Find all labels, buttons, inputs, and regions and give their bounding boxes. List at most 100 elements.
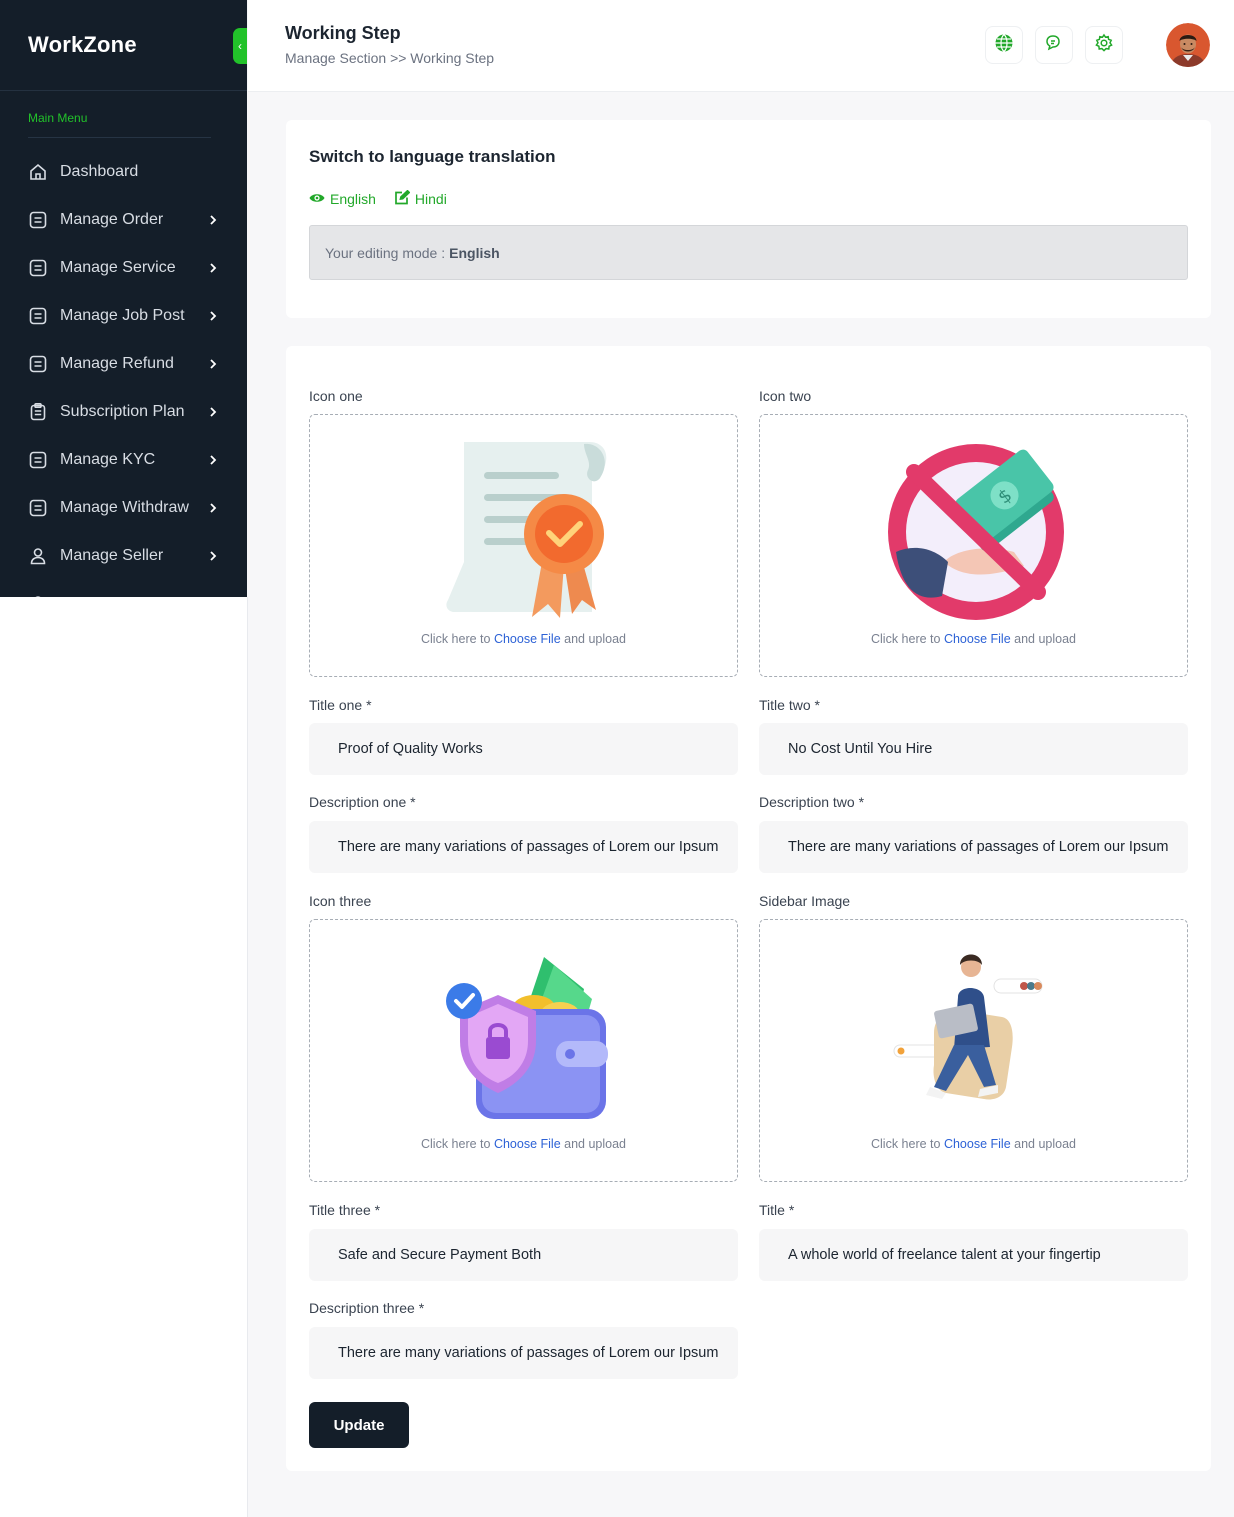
gear-icon bbox=[1094, 33, 1114, 58]
list-icon bbox=[28, 210, 48, 230]
certificate-image bbox=[310, 429, 737, 625]
list-icon bbox=[28, 450, 48, 470]
sidebar-item-manage-seller[interactable]: Manage Seller bbox=[0, 532, 247, 580]
chevron-left-icon: ‹ bbox=[238, 39, 242, 53]
language-tabs: English Hindi bbox=[309, 189, 447, 208]
upload-hint: Click here to Choose File and upload bbox=[310, 632, 737, 646]
brand-logo[interactable]: WorkZone bbox=[0, 0, 247, 91]
tab-hindi[interactable]: Hindi bbox=[394, 189, 447, 208]
choose-file-link[interactable]: Choose File bbox=[944, 632, 1011, 646]
clipboard-icon bbox=[28, 402, 48, 422]
choose-file-link[interactable]: Choose File bbox=[944, 1137, 1011, 1151]
upload-hint: Click here to Choose File and upload bbox=[760, 632, 1187, 646]
chevron-right-icon bbox=[207, 262, 217, 274]
list-icon bbox=[28, 498, 48, 518]
title-input[interactable]: A whole world of freelance talent at you… bbox=[759, 1229, 1188, 1281]
editing-mode-bar: Your editing mode : English bbox=[309, 225, 1188, 280]
page-title: Working Step bbox=[285, 23, 401, 43]
icon-three-upload[interactable]: Click here to Choose File and upload bbox=[309, 919, 738, 1182]
tab-label: English bbox=[330, 191, 376, 207]
top-header: Working Step Manage Section >> Working S… bbox=[248, 0, 1234, 92]
sidebar-item-label: Subscription Plan bbox=[60, 403, 185, 420]
icon-one-upload[interactable]: Click here to Choose File and upload bbox=[309, 414, 738, 677]
sidebar-item-dashboard[interactable]: Dashboard bbox=[0, 148, 247, 196]
sidebar-item-manage-job-post[interactable]: Manage Job Post bbox=[0, 292, 247, 340]
no-cost-image: $ bbox=[760, 429, 1187, 625]
icon-two-upload[interactable]: $ Click here to Choose File and upload bbox=[759, 414, 1188, 677]
sidebar-image-label: Sidebar Image bbox=[759, 893, 851, 909]
upload-prefix: Click here to bbox=[870, 632, 941, 646]
icon-two-label: Icon two bbox=[759, 388, 812, 404]
editing-mode-value: English bbox=[449, 244, 500, 261]
update-button[interactable]: Update bbox=[309, 1402, 409, 1448]
sidebar-item-label: Manage Withdraw bbox=[60, 499, 189, 516]
sidebar-collapse-button[interactable]: ‹ bbox=[233, 28, 247, 64]
upload-hint: Click here to Choose File and upload bbox=[310, 1137, 737, 1151]
sidebar-item-partial[interactable] bbox=[0, 580, 247, 597]
list-icon bbox=[28, 258, 48, 278]
upload-suffix: and upload bbox=[564, 1137, 627, 1151]
chat-icon bbox=[1044, 33, 1064, 58]
description-two-label: Description two * bbox=[759, 794, 865, 810]
description-three-label: Description three * bbox=[309, 1300, 425, 1316]
sidebar-item-label: Manage Seller bbox=[60, 547, 164, 564]
user-icon bbox=[28, 594, 48, 597]
chevron-right-icon bbox=[207, 550, 217, 562]
sidebar-item-manage-service[interactable]: Manage Service bbox=[0, 244, 247, 292]
sidebar-item-label: Dashboard bbox=[60, 163, 139, 180]
chevron-right-icon bbox=[207, 214, 217, 226]
sidebar-item-manage-refund[interactable]: Manage Refund bbox=[0, 340, 247, 388]
choose-file-link[interactable]: Choose File bbox=[494, 1137, 561, 1151]
title-three-label: Title three * bbox=[309, 1202, 381, 1218]
secure-wallet-image bbox=[310, 934, 737, 1130]
description-two-input[interactable]: There are many variations of passages of… bbox=[759, 821, 1188, 873]
title-one-input[interactable]: Proof of Quality Works bbox=[309, 723, 738, 775]
avatar[interactable] bbox=[1166, 23, 1210, 67]
upload-suffix: and upload bbox=[1014, 632, 1077, 646]
sidebar-item-manage-order[interactable]: Manage Order bbox=[0, 196, 247, 244]
home-icon bbox=[28, 162, 48, 182]
title-three-input[interactable]: Safe and Secure Payment Both bbox=[309, 1229, 738, 1281]
chevron-right-icon bbox=[207, 310, 217, 322]
description-one-input[interactable]: There are many variations of passages of… bbox=[309, 821, 738, 873]
upload-suffix: and upload bbox=[1014, 1137, 1077, 1151]
title-two-input[interactable]: No Cost Until You Hire bbox=[759, 723, 1188, 775]
upload-suffix: and upload bbox=[564, 632, 627, 646]
upload-prefix: Click here to bbox=[870, 1137, 941, 1151]
chevron-right-icon bbox=[207, 454, 217, 466]
language-card-title: Switch to language translation bbox=[309, 147, 556, 166]
upload-prefix: Click here to bbox=[420, 632, 491, 646]
brand-name: WorkZone bbox=[28, 32, 137, 57]
description-three-input[interactable]: There are many variations of passages of… bbox=[309, 1327, 738, 1379]
settings-button[interactable] bbox=[1085, 26, 1123, 64]
sidebar-item-manage-kyc[interactable]: Manage KYC bbox=[0, 436, 247, 484]
language-button[interactable] bbox=[985, 26, 1023, 64]
icon-one-label: Icon one bbox=[309, 388, 363, 404]
sidebar-item-label: Manage Job Post bbox=[60, 307, 185, 324]
globe-icon bbox=[994, 33, 1014, 58]
list-icon bbox=[28, 354, 48, 374]
sidebar-item-subscription-plan[interactable]: Subscription Plan bbox=[0, 388, 247, 436]
working-step-form: Icon one Click here to Choose File and u… bbox=[286, 346, 1211, 1471]
title-one-label: Title one * bbox=[309, 697, 372, 713]
tab-english[interactable]: English bbox=[309, 190, 376, 208]
sidebar-item-label: Manage Refund bbox=[60, 355, 174, 372]
edit-icon bbox=[394, 189, 411, 208]
sidebar-item-label: Manage Order bbox=[60, 211, 164, 228]
messages-button[interactable] bbox=[1035, 26, 1073, 64]
sidebar-menu: Dashboard Manage Order Manage Service Ma… bbox=[0, 148, 247, 597]
language-card: Switch to language translation English H… bbox=[286, 120, 1211, 318]
sidebar-image-upload[interactable]: Click here to Choose File and upload bbox=[759, 919, 1188, 1182]
icon-three-label: Icon three bbox=[309, 893, 372, 909]
sidebar-item-manage-withdraw[interactable]: Manage Withdraw bbox=[0, 484, 247, 532]
upload-hint: Click here to Choose File and upload bbox=[760, 1137, 1187, 1151]
sidebar-item-label: Manage KYC bbox=[60, 451, 156, 468]
chevron-right-icon bbox=[207, 406, 217, 418]
tab-label: Hindi bbox=[414, 191, 447, 207]
breadcrumb[interactable]: Manage Section >> Working Step bbox=[285, 50, 494, 66]
eye-icon bbox=[309, 191, 325, 207]
choose-file-link[interactable]: Choose File bbox=[494, 632, 561, 646]
title-label: Title * bbox=[759, 1202, 795, 1218]
editing-mode-label: Your editing mode : bbox=[325, 244, 446, 261]
chevron-right-icon bbox=[207, 358, 217, 370]
